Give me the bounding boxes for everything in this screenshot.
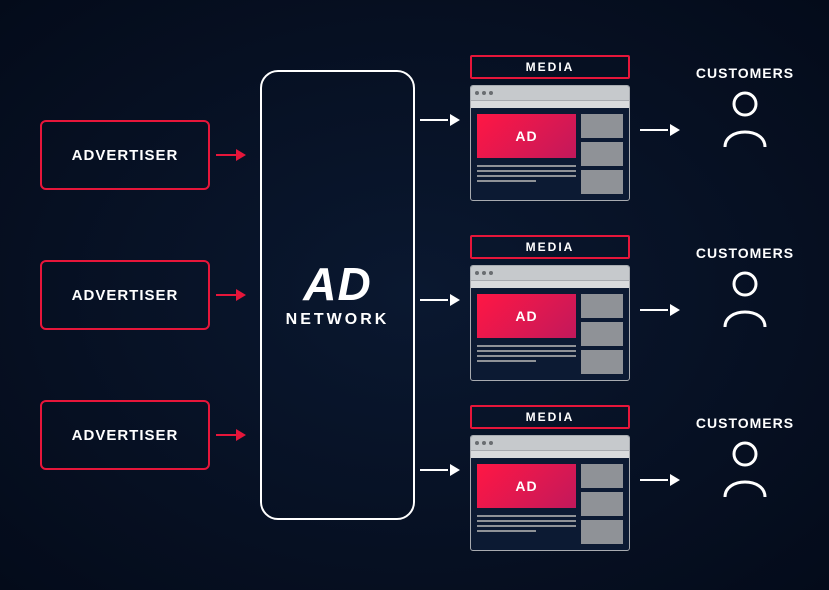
ad-slot: AD (477, 464, 576, 508)
arrow-advertiser-to-network-1 (216, 145, 246, 165)
customer-block-3: CUSTOMERS (690, 415, 800, 504)
advertiser-label: ADVERTISER (72, 427, 179, 444)
browser-body: AD (471, 288, 629, 380)
browser-addressbar (471, 280, 629, 288)
advertiser-label: ADVERTISER (72, 287, 179, 304)
browser-body: AD (471, 458, 629, 550)
customer-block-1: CUSTOMERS (690, 65, 800, 154)
person-icon (720, 439, 770, 499)
browser-body: AD (471, 108, 629, 200)
customer-block-2: CUSTOMERS (690, 245, 800, 334)
ad-network-box: AD NETWORK (260, 70, 415, 520)
window-dot-icon (489, 91, 493, 95)
advertiser-label: ADVERTISER (72, 147, 179, 164)
customer-label: CUSTOMERS (690, 65, 800, 81)
content-sidebar (581, 114, 623, 194)
advertiser-box-1: ADVERTISER (40, 120, 210, 190)
ad-slot: AD (477, 294, 576, 338)
arrow-advertiser-to-network-3 (216, 425, 246, 445)
arrow-media-to-customer-3 (640, 470, 680, 490)
media-block-3: MEDIA AD (470, 405, 630, 551)
customer-label: CUSTOMERS (690, 245, 800, 261)
window-dot-icon (475, 441, 479, 445)
media-label: MEDIA (470, 405, 630, 429)
browser-addressbar (471, 100, 629, 108)
arrow-network-to-media-2 (420, 290, 460, 310)
customer-label: CUSTOMERS (690, 415, 800, 431)
media-label: MEDIA (470, 235, 630, 259)
content-sidebar (581, 294, 623, 374)
network-subtitle: NETWORK (286, 311, 390, 329)
window-dot-icon (489, 271, 493, 275)
window-dot-icon (482, 271, 486, 275)
advertiser-box-2: ADVERTISER (40, 260, 210, 330)
network-title: AD (303, 261, 371, 307)
browser-titlebar (471, 266, 629, 280)
browser-addressbar (471, 450, 629, 458)
window-dot-icon (489, 441, 493, 445)
content-lines (477, 343, 576, 374)
browser-mockup: AD (470, 435, 630, 551)
window-dot-icon (482, 91, 486, 95)
person-icon (720, 269, 770, 329)
browser-titlebar (471, 436, 629, 450)
browser-mockup: AD (470, 85, 630, 201)
media-block-1: MEDIA AD (470, 55, 630, 201)
window-dot-icon (475, 91, 479, 95)
browser-titlebar (471, 86, 629, 100)
window-dot-icon (475, 271, 479, 275)
media-block-2: MEDIA AD (470, 235, 630, 381)
window-dot-icon (482, 441, 486, 445)
arrow-advertiser-to-network-2 (216, 285, 246, 305)
media-label: MEDIA (470, 55, 630, 79)
content-lines (477, 513, 576, 544)
arrow-network-to-media-1 (420, 110, 460, 130)
person-icon (720, 89, 770, 149)
content-sidebar (581, 464, 623, 544)
ad-slot: AD (477, 114, 576, 158)
arrow-media-to-customer-2 (640, 300, 680, 320)
browser-mockup: AD (470, 265, 630, 381)
arrow-network-to-media-3 (420, 460, 460, 480)
arrow-media-to-customer-1 (640, 120, 680, 140)
advertiser-box-3: ADVERTISER (40, 400, 210, 470)
content-lines (477, 163, 576, 194)
